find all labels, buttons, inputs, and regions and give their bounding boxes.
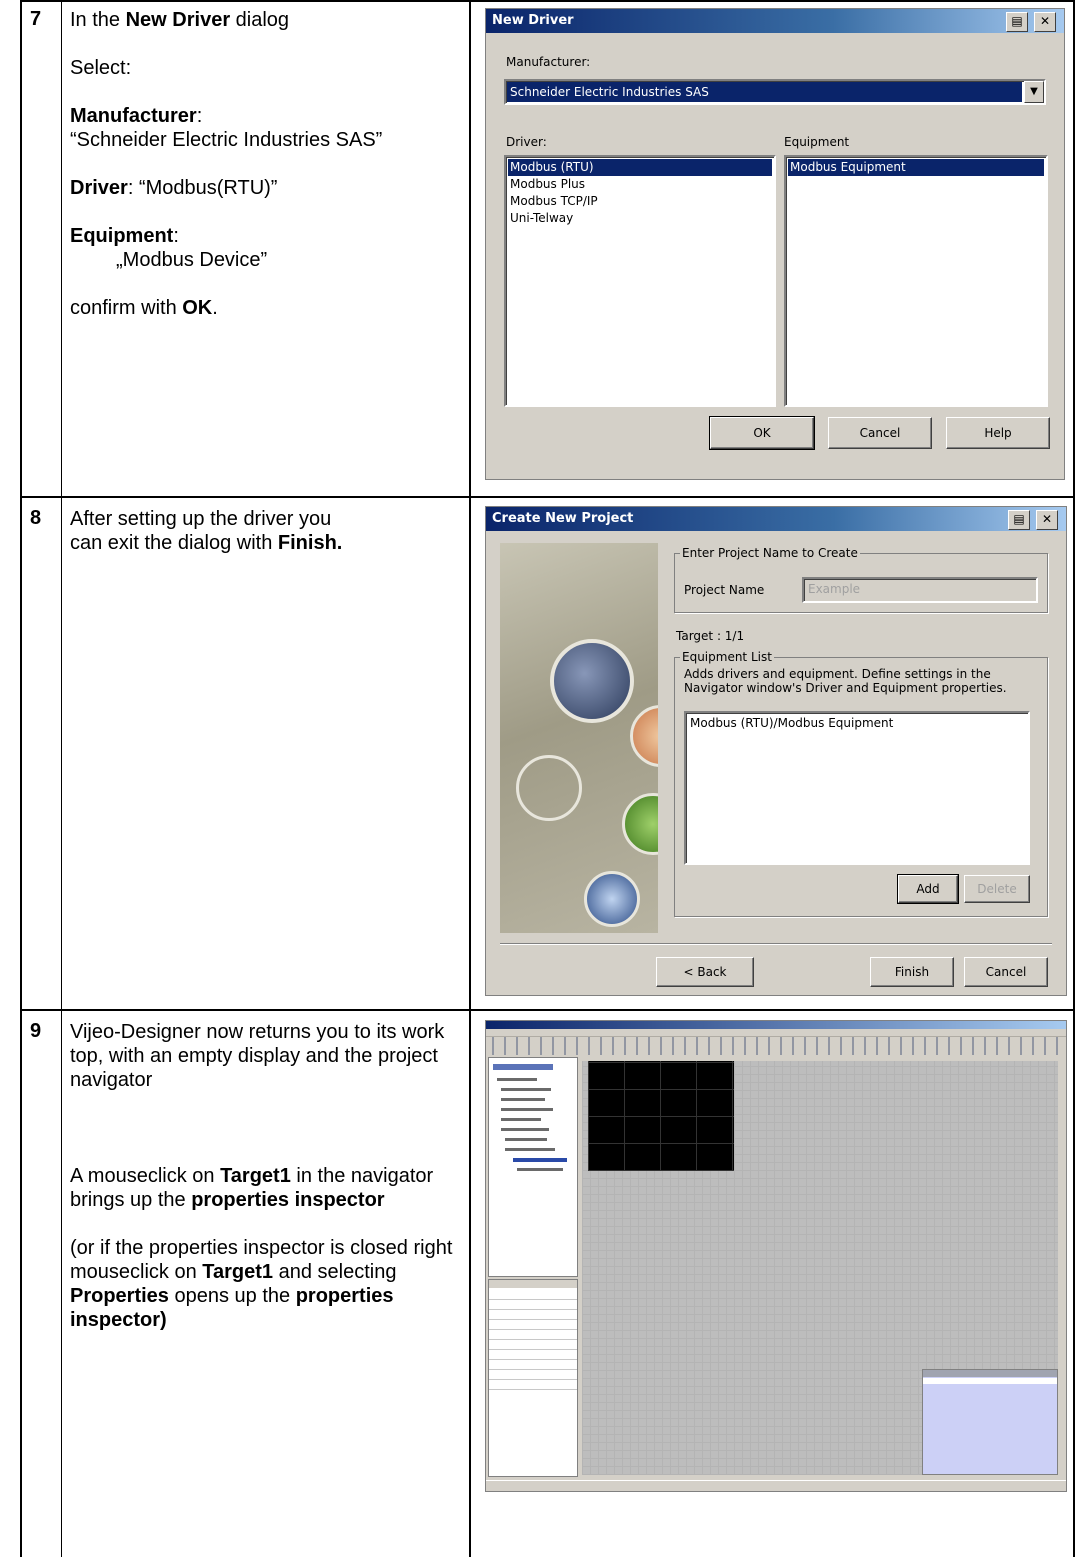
app-titlebar: [486, 1021, 1066, 1029]
cancel-button[interactable]: Cancel: [964, 957, 1048, 987]
step-text: In the New Driver dialog Select: Manufac…: [70, 9, 383, 319]
properties-inspector-panel: [488, 1279, 578, 1477]
empty-display: [588, 1061, 734, 1171]
navigator-panel: [488, 1057, 578, 1277]
graphics-list-window: [922, 1369, 1058, 1475]
table-border-top: [20, 0, 1075, 2]
equipment-list[interactable]: Modbus Equipment: [784, 155, 1048, 407]
dialog-titlebar: Create New Project: [486, 507, 1066, 531]
equipment-label: Equipment: [784, 135, 850, 149]
print-icon[interactable]: ▤: [1006, 12, 1028, 32]
step-number: 9: [30, 1020, 42, 1042]
finish-button[interactable]: Finish: [870, 957, 954, 987]
equipment-listbox[interactable]: Modbus (RTU)/Modbus Equipment: [684, 711, 1030, 865]
cancel-button[interactable]: Cancel: [828, 417, 932, 449]
row-divider-2: [20, 1009, 1075, 1011]
step-text: After setting up the driver you can exit…: [70, 508, 343, 554]
row-divider-1: [20, 496, 1075, 498]
create-project-dialog: Create New Project ▤ ✕ Enter Project Nam…: [485, 506, 1067, 996]
back-button[interactable]: < Back: [656, 957, 754, 987]
dialog-titlebar: New Driver: [486, 9, 1064, 33]
table-border-num-col: [61, 0, 62, 1557]
manufacturer-select[interactable]: Schneider Electric Industries SAS ▼: [504, 79, 1046, 105]
list-item[interactable]: Uni-Telway: [508, 210, 772, 227]
step-text: Vijeo-Designer now returns you to its wo…: [70, 1021, 453, 1331]
target-label: Target : 1/1: [676, 629, 745, 643]
group-label: Equipment List: [680, 650, 774, 664]
status-bar: [486, 1480, 1066, 1491]
driver-label: Driver:: [506, 135, 547, 149]
step-number: 7: [30, 8, 42, 30]
menu-bar: [486, 1029, 1066, 1037]
table-border-right: [1073, 0, 1075, 1557]
list-item[interactable]: Modbus (RTU): [508, 159, 772, 176]
step-number: 8: [30, 507, 42, 529]
list-item[interactable]: Modbus Equipment: [788, 159, 1044, 176]
new-driver-dialog: New Driver ▤ ✕ Manufacturer: Schneider E…: [485, 8, 1065, 480]
manufacturer-label: Manufacturer:: [506, 55, 591, 69]
project-name-label: Project Name: [684, 583, 765, 597]
delete-button[interactable]: Delete: [964, 875, 1030, 903]
wizard-banner-image: [500, 543, 658, 933]
design-canvas: [582, 1061, 1058, 1475]
list-item[interactable]: Modbus (RTU)/Modbus Equipment: [688, 715, 1026, 732]
add-button[interactable]: Add: [897, 874, 959, 904]
project-name-field[interactable]: Example: [802, 577, 1038, 603]
driver-list[interactable]: Modbus (RTU) Modbus Plus Modbus TCP/IP U…: [504, 155, 776, 407]
help-button[interactable]: Help: [946, 417, 1050, 449]
separator: [500, 943, 1052, 945]
print-icon[interactable]: ▤: [1008, 510, 1030, 530]
vijeo-designer-screenshot: [485, 1020, 1067, 1492]
table-border-mid: [469, 0, 471, 1557]
ok-button[interactable]: OK: [709, 416, 815, 450]
list-item[interactable]: Modbus TCP/IP: [508, 193, 772, 210]
close-icon[interactable]: ✕: [1034, 12, 1056, 32]
toolbar: [486, 1037, 1066, 1055]
group-label: Enter Project Name to Create: [680, 546, 860, 560]
list-item[interactable]: Modbus Plus: [508, 176, 772, 193]
equipment-description: Adds drivers and equipment. Define setti…: [684, 667, 1007, 695]
close-icon[interactable]: ✕: [1036, 510, 1058, 530]
chevron-down-icon[interactable]: ▼: [1024, 81, 1044, 103]
table-border-left: [20, 0, 22, 1557]
